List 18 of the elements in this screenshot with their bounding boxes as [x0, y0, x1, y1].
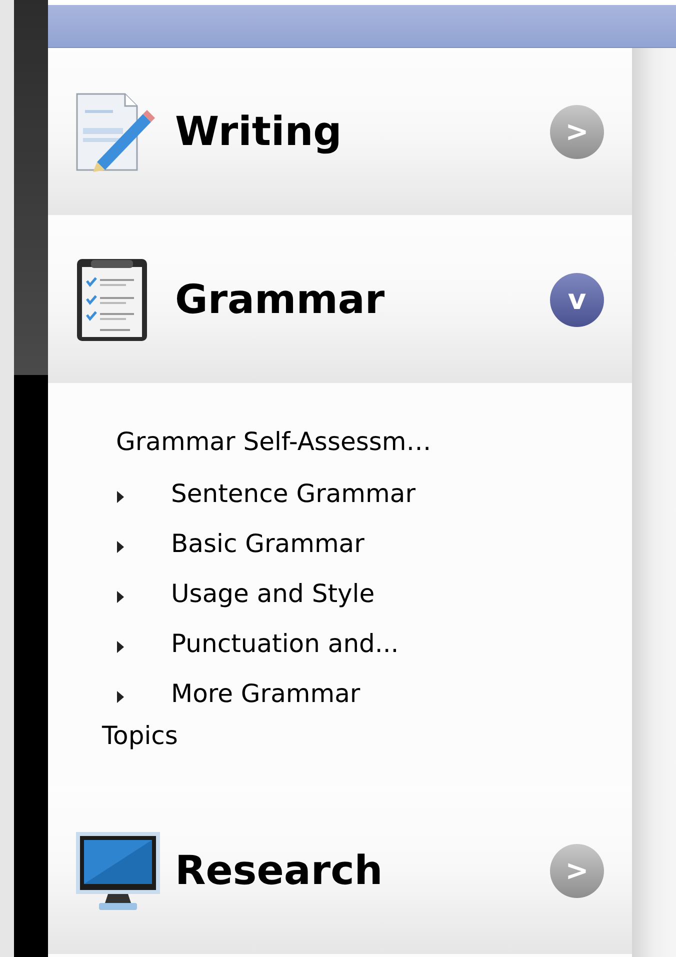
- caret-icon: [117, 641, 124, 653]
- section-title: Grammar: [175, 276, 386, 324]
- menu-item[interactable]: Basic Grammar: [102, 523, 432, 565]
- expand-badge[interactable]: v: [550, 272, 604, 326]
- menu-item[interactable]: More Grammar Topics: [102, 673, 432, 757]
- menu-link[interactable]: Grammar Self-Assessm…: [116, 419, 632, 465]
- menu-item[interactable]: Punctuation and...: [102, 623, 432, 665]
- section-title: Research: [175, 846, 384, 896]
- document-pencil-icon: [75, 92, 155, 172]
- caret-icon: [117, 541, 124, 553]
- caret-icon: [117, 591, 124, 603]
- menu-item[interactable]: Sentence Grammar: [102, 473, 432, 515]
- clipboard-icon: [75, 256, 149, 342]
- caret-icon: [117, 691, 124, 703]
- caret-icon: [117, 491, 124, 503]
- section-title: Writing: [175, 108, 343, 156]
- menu-item[interactable]: Usage and Style: [102, 573, 432, 615]
- monitor-icon: [75, 830, 161, 910]
